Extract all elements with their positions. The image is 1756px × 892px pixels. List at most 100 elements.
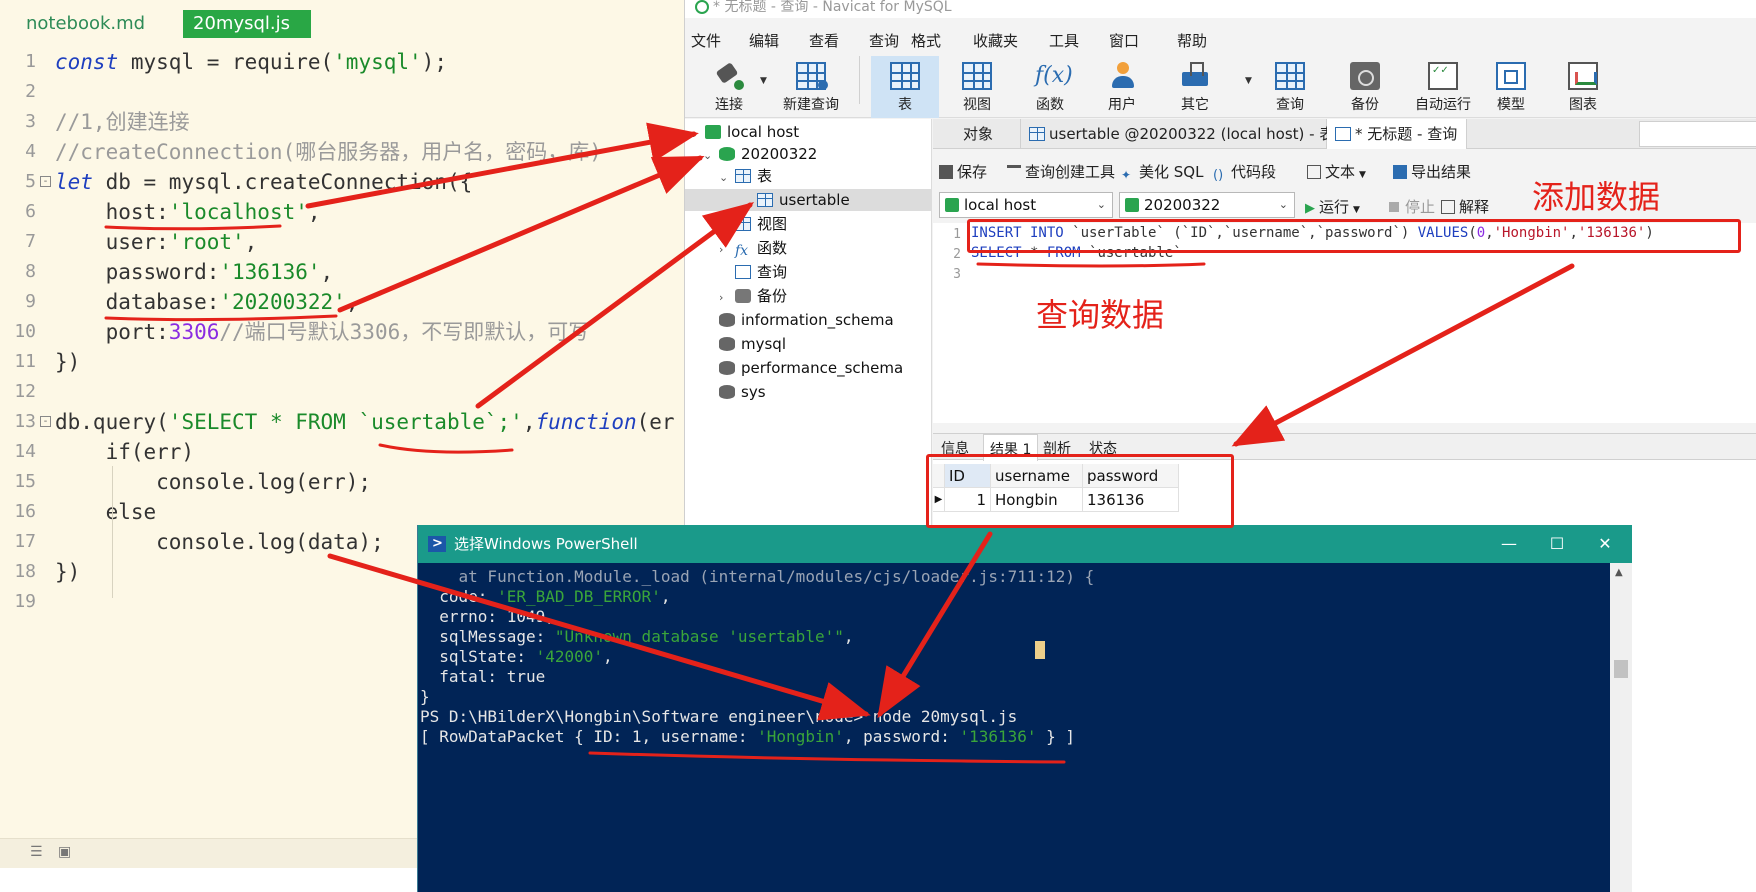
tab-notebook[interactable]: notebook.md: [16, 10, 155, 38]
tree-tables[interactable]: ⌄ 表: [719, 165, 772, 187]
chevron-down-icon[interactable]: ⌄: [689, 123, 701, 145]
list-icon[interactable]: ☰: [30, 845, 46, 859]
tree-db-20200322[interactable]: ⌄ 20200322: [703, 143, 817, 165]
text-button[interactable]: 文本 ▼: [1307, 161, 1366, 182]
table-icon: [890, 62, 920, 90]
menu-view[interactable]: 查看: [809, 30, 839, 51]
code-line[interactable]: 11}): [0, 347, 684, 377]
auto-run-button[interactable]: 自动运行: [1405, 56, 1481, 116]
menu-tools[interactable]: 工具: [1049, 30, 1079, 51]
query-button[interactable]: 查询: [1258, 56, 1322, 116]
database-icon: [719, 385, 735, 399]
code-snippet-button[interactable]: () 代码段: [1213, 161, 1276, 183]
tree-backups[interactable]: › 备份: [719, 285, 787, 307]
model-button[interactable]: 模型: [1479, 56, 1543, 116]
tree-table-usertable[interactable]: usertable: [685, 189, 931, 211]
tree-db-sys[interactable]: sys: [715, 381, 766, 403]
code-line[interactable]: 1 const mysql = require('mysql');: [0, 47, 684, 77]
vertical-scrollbar[interactable]: ▲: [1610, 563, 1632, 892]
tab-20mysql-js[interactable]: 20mysql.js: [183, 10, 311, 38]
table-button[interactable]: 表: [871, 56, 939, 118]
terminal-icon[interactable]: ▣: [58, 845, 74, 859]
tab-objects[interactable]: 对象: [933, 119, 1021, 149]
save-button[interactable]: 保存: [939, 161, 987, 182]
table-icon: [1029, 127, 1045, 141]
editor-tab-bar: notebook.md 20mysql.js: [0, 0, 684, 42]
database-select[interactable]: 20200322 ⌄: [1119, 192, 1295, 218]
connection-select[interactable]: local host ⌄: [939, 192, 1113, 218]
export-result-button[interactable]: 导出结果: [1393, 161, 1471, 182]
chevron-right-icon[interactable]: ›: [719, 239, 731, 261]
minimize-icon[interactable]: —: [1485, 525, 1533, 563]
menu-help[interactable]: 帮助: [1177, 30, 1207, 51]
code-line[interactable]: 5- let db = mysql.createConnection({: [0, 167, 684, 197]
chart-button[interactable]: 图表: [1551, 56, 1615, 116]
other-button[interactable]: 其它: [1163, 56, 1227, 116]
beautify-sql-button[interactable]: ✦ 美化 SQL: [1121, 161, 1203, 182]
maximize-icon[interactable]: ☐: [1533, 525, 1581, 563]
fold-toggle-icon[interactable]: -: [40, 176, 51, 187]
code-line[interactable]: 4 //createConnection(哪台服务器，用户名，密码，库): [0, 137, 684, 167]
explain-button[interactable]: 解释: [1441, 196, 1489, 217]
function-button[interactable]: f(x) 函数: [1018, 56, 1082, 116]
code-line[interactable]: 8 password:'136136',: [0, 257, 684, 287]
code-line[interactable]: 14 if(err): [0, 437, 684, 467]
tree-functions[interactable]: › fx 函数: [719, 237, 787, 259]
chevron-down-icon[interactable]: ▼: [1245, 76, 1252, 86]
code-line[interactable]: 3 //1,创建连接: [0, 107, 684, 137]
chevron-down-icon[interactable]: ▼: [1353, 205, 1360, 215]
scrollbar-thumb[interactable]: [1614, 660, 1628, 678]
tree-db-information-schema[interactable]: information_schema: [715, 309, 894, 331]
table-icon: [757, 193, 773, 207]
code-line[interactable]: 7 user:'root',: [0, 227, 684, 257]
tree-queries[interactable]: 查询: [731, 261, 787, 283]
tree-views[interactable]: 视图: [731, 213, 787, 235]
chevron-up-icon[interactable]: ▲: [1615, 567, 1623, 578]
tree-connection-local-host[interactable]: ⌄ local host: [689, 121, 799, 143]
code-line[interactable]: 9 database:'20200322',: [0, 287, 684, 317]
chevron-down-icon[interactable]: ▼: [1359, 170, 1366, 180]
line-number: 7: [25, 231, 36, 252]
menu-format[interactable]: 格式: [911, 30, 941, 51]
code-line[interactable]: 2: [0, 77, 684, 107]
tree-db-performance-schema[interactable]: performance_schema: [715, 357, 903, 379]
code-line[interactable]: 16 else: [0, 497, 684, 527]
code-line[interactable]: 12: [0, 377, 684, 407]
new-query-button[interactable]: 新建查询: [773, 56, 849, 116]
powershell-window[interactable]: 选择Windows PowerShell — ☐ ✕ at Function.M…: [417, 525, 1632, 892]
line-number: 3: [25, 111, 36, 132]
stop-button[interactable]: 停止: [1389, 196, 1435, 217]
line-number: 10: [14, 321, 36, 342]
fold-toggle-icon[interactable]: -: [40, 416, 51, 427]
menu-query[interactable]: 查询: [869, 30, 899, 51]
chevron-down-icon[interactable]: ▼: [760, 76, 767, 86]
code-text: //1,创建连接: [55, 110, 190, 134]
code-line[interactable]: 10 port:3306//端口号默认3306，不写即默认，可写: [0, 317, 684, 347]
code-line[interactable]: 15 console.log(err);: [0, 467, 684, 497]
search-input[interactable]: [1639, 121, 1756, 147]
connect-button[interactable]: 连接: [697, 56, 761, 116]
chevron-down-icon[interactable]: ⌄: [719, 167, 731, 189]
backup-button[interactable]: 备份: [1333, 56, 1397, 116]
tab-untitled-query[interactable]: * 无标题 - 查询: [1327, 119, 1467, 149]
powershell-console[interactable]: at Function.Module._load (internal/modul…: [418, 563, 1608, 892]
close-icon[interactable]: ✕: [1581, 525, 1629, 563]
chevron-down-icon[interactable]: ⌄: [703, 145, 715, 167]
menu-favorites[interactable]: 收藏夹: [973, 30, 1018, 51]
code-line[interactable]: 13- db.query('SELECT * FROM `usertable`;'…: [0, 407, 684, 437]
code-line[interactable]: 6 host:'localhost',: [0, 197, 684, 227]
console-line: code: 'ER_BAD_DB_ERROR',: [420, 587, 671, 606]
chart-icon: [1568, 62, 1598, 90]
user-button[interactable]: 用户: [1090, 56, 1154, 116]
tab-usertable[interactable]: usertable @20200322 (local host) - 表: [1021, 119, 1334, 149]
menu-edit[interactable]: 编辑: [749, 30, 779, 51]
query-builder-button[interactable]: 查询创建工具: [1007, 161, 1115, 182]
tree-db-mysql[interactable]: mysql: [715, 333, 786, 355]
menu-window[interactable]: 窗口: [1109, 30, 1139, 51]
menu-bar: 文件 编辑 查看 查询 格式 收藏夹 工具 窗口 帮助: [685, 26, 1756, 52]
powershell-title-bar[interactable]: 选择Windows PowerShell — ☐ ✕: [418, 525, 1632, 563]
chevron-right-icon[interactable]: ›: [719, 287, 731, 309]
run-button[interactable]: ▶ 运行 ▼: [1305, 196, 1360, 217]
view-button[interactable]: 视图: [945, 56, 1009, 116]
menu-file[interactable]: 文件: [691, 30, 721, 51]
